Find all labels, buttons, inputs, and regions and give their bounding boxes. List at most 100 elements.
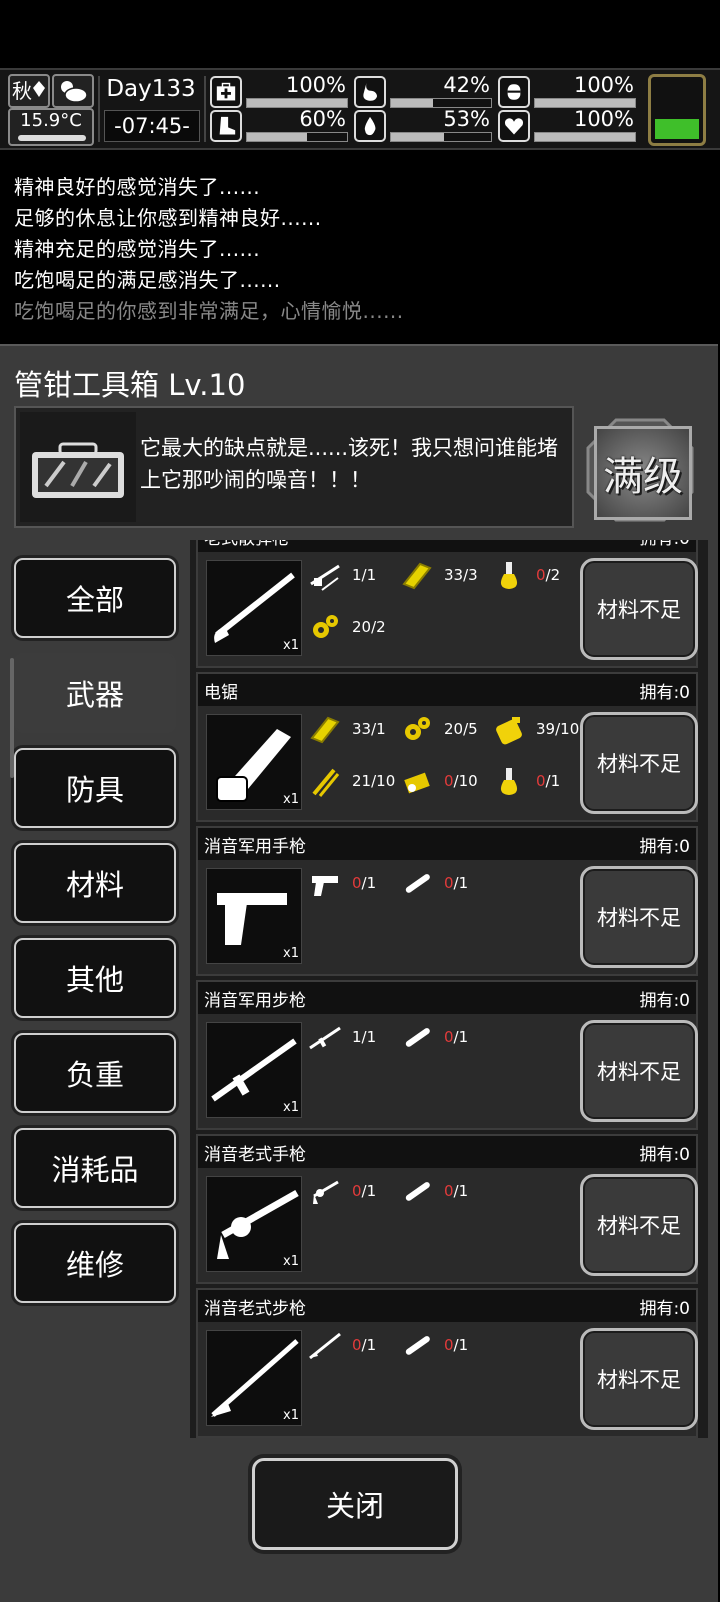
battery-indicator: [648, 74, 706, 146]
material-count: 0/1: [444, 1336, 469, 1354]
stat-value: 100%: [573, 107, 634, 131]
cup-icon: [507, 84, 521, 100]
recipe-card[interactable]: 电锯 拥有:0 x1 33/1 20/5 39/10 21/10 0/10 0/…: [196, 672, 698, 822]
stat-bar: [246, 132, 348, 142]
stat-value: 100%: [573, 73, 634, 97]
recipe-card[interactable]: 老式散弹枪 拥有:0 x1 1/1 33/3 0/2 20/2 材料不足: [196, 540, 698, 668]
max-level-label: 满级: [594, 426, 692, 520]
stat-bar-fill: [391, 133, 444, 141]
sidebar-scrollbar[interactable]: [10, 658, 14, 778]
recipe-list[interactable]: 老式散弹枪 拥有:0 x1 1/1 33/3 0/2 20/2 材料不足 电锯 拥…: [190, 540, 708, 1438]
material-count: 1/1: [352, 566, 377, 584]
divider: [98, 76, 100, 142]
material-count: 0/1: [536, 772, 561, 790]
stat-bar: [534, 132, 636, 142]
revolver-icon: [313, 1180, 339, 1204]
event-log[interactable]: 精神良好的感觉消失了...... 足够的休息让你感到精神良好...... 精神充足的…: [0, 165, 720, 341]
craft-button[interactable]: 材料不足: [580, 1174, 698, 1276]
material-count: 0/1: [444, 1028, 469, 1046]
craft-button[interactable]: 材料不足: [580, 866, 698, 968]
material-count: 0/1: [352, 874, 377, 892]
recipe-header: 消音军用手枪 拥有:0: [198, 828, 696, 860]
temperature-indicator: 15.9°C: [8, 108, 94, 146]
day-counter: Day133: [106, 76, 196, 102]
close-button[interactable]: 关闭: [252, 1458, 458, 1550]
material-count: 0/10: [444, 772, 478, 790]
silencer-icon: [405, 874, 430, 893]
recipe-icon: x1: [206, 1022, 302, 1118]
recipe-quantity: x1: [283, 638, 299, 653]
category-tab[interactable]: 维修: [14, 1223, 176, 1303]
recipe-icon: x1: [206, 714, 302, 810]
recipe-name: 消音老式手枪: [204, 1145, 306, 1165]
log-line: 足够的休息让你感到精神良好......: [14, 206, 322, 230]
status-bar: 秋 15.9°C Day133 -07:45- 100% 42% 100% 60% 53…: [0, 68, 720, 150]
stat-value: 100%: [285, 73, 346, 97]
divider: [204, 76, 206, 142]
water-drop-stat-icon: [354, 110, 386, 142]
material-count: 33/1: [352, 720, 386, 738]
material-count: 0/1: [444, 1182, 469, 1200]
recipe-card[interactable]: 消音军用手枪 拥有:0 x1 0/1 0/1 材料不足: [196, 826, 698, 976]
material-count: 1/1: [352, 1028, 377, 1046]
battery-fill: [655, 118, 699, 139]
stomach-stat-icon: [354, 76, 386, 108]
owned-count: 拥有:0: [639, 540, 690, 549]
log-line: 精神充足的感觉消失了......: [14, 237, 261, 261]
shotgun-parts-icon: [310, 564, 340, 591]
category-tab[interactable]: 防具: [14, 748, 176, 828]
season-label: 秋: [12, 79, 32, 103]
recipe-card[interactable]: 消音老式手枪 拥有:0 x1 0/1 0/1 材料不足: [196, 1134, 698, 1284]
material-count: 0/2: [536, 566, 561, 584]
season-indicator: 秋: [8, 74, 50, 108]
temperature-value: 15.9°C: [20, 110, 82, 131]
material-count: 0/1: [444, 874, 469, 892]
craft-button[interactable]: 材料不足: [580, 1328, 698, 1430]
material-count: 20/2: [352, 618, 386, 636]
recipe-card[interactable]: 消音军用步枪 拥有:0 x1 1/1 0/1 材料不足: [196, 980, 698, 1130]
recipe-header: 消音老式步枪 拥有:0: [198, 1290, 696, 1322]
panel-title: 管钳工具箱 Lv.10: [14, 368, 246, 402]
owned-count: 拥有:0: [639, 683, 690, 703]
category-tab[interactable]: 武器: [14, 653, 176, 733]
category-tab[interactable]: 全部: [14, 558, 176, 638]
medkit-stat-icon: [210, 76, 242, 108]
material-count: 21/10: [352, 772, 396, 790]
recipe-card[interactable]: 消音老式步枪 拥有:0 x1 0/1 0/1 材料不足: [196, 1288, 698, 1438]
water-drop-icon: [364, 116, 376, 136]
toolbox-image: [20, 412, 136, 522]
recipe-quantity: x1: [283, 1254, 299, 1269]
recipe-name: 消音老式步枪: [204, 1299, 306, 1319]
owned-count: 拥有:0: [639, 837, 690, 857]
recipe-name: 消音军用手枪: [204, 837, 306, 857]
craft-button[interactable]: 材料不足: [580, 712, 698, 814]
recipe-header: 老式散弹枪 拥有:0: [198, 540, 696, 552]
log-line: 精神良好的感觉消失了......: [14, 175, 261, 199]
workbench-panel: 管钳工具箱 Lv.10 它最大的缺点就是......该死！我只想问谁能堵上它那吵…: [0, 344, 718, 1602]
stat-bar: [390, 132, 492, 142]
partly-cloudy-icon: [61, 81, 88, 103]
description-box: 它最大的缺点就是......该死！我只想问谁能堵上它那吵闹的噪音！！！: [14, 406, 574, 528]
leaf-icon: [33, 81, 45, 97]
recipe-quantity: x1: [283, 946, 299, 961]
material-count: 20/5: [444, 720, 478, 738]
recipe-quantity: x1: [283, 792, 299, 807]
stat-bar-fill: [535, 99, 635, 107]
recipe-quantity: x1: [283, 1408, 299, 1423]
recipe-icon: x1: [206, 1176, 302, 1272]
craft-button[interactable]: 材料不足: [580, 558, 698, 660]
owned-count: 拥有:0: [639, 991, 690, 1011]
heart-stat-icon: [498, 110, 530, 142]
log-line: 吃饱喝足的满足感消失了......: [14, 268, 281, 292]
stomach-icon: [363, 82, 378, 101]
craft-button[interactable]: 材料不足: [580, 1020, 698, 1122]
category-tab[interactable]: 负重: [14, 1033, 176, 1113]
stat-value: 60%: [299, 107, 346, 131]
category-tab[interactable]: 消耗品: [14, 1128, 176, 1208]
category-tab[interactable]: 材料: [14, 843, 176, 923]
stat-bar-fill: [391, 99, 433, 107]
category-tab[interactable]: 其他: [14, 938, 176, 1018]
rifle-icon: [309, 1026, 341, 1050]
temperature-bar: [18, 135, 86, 141]
material-count: 33/3: [444, 566, 478, 584]
